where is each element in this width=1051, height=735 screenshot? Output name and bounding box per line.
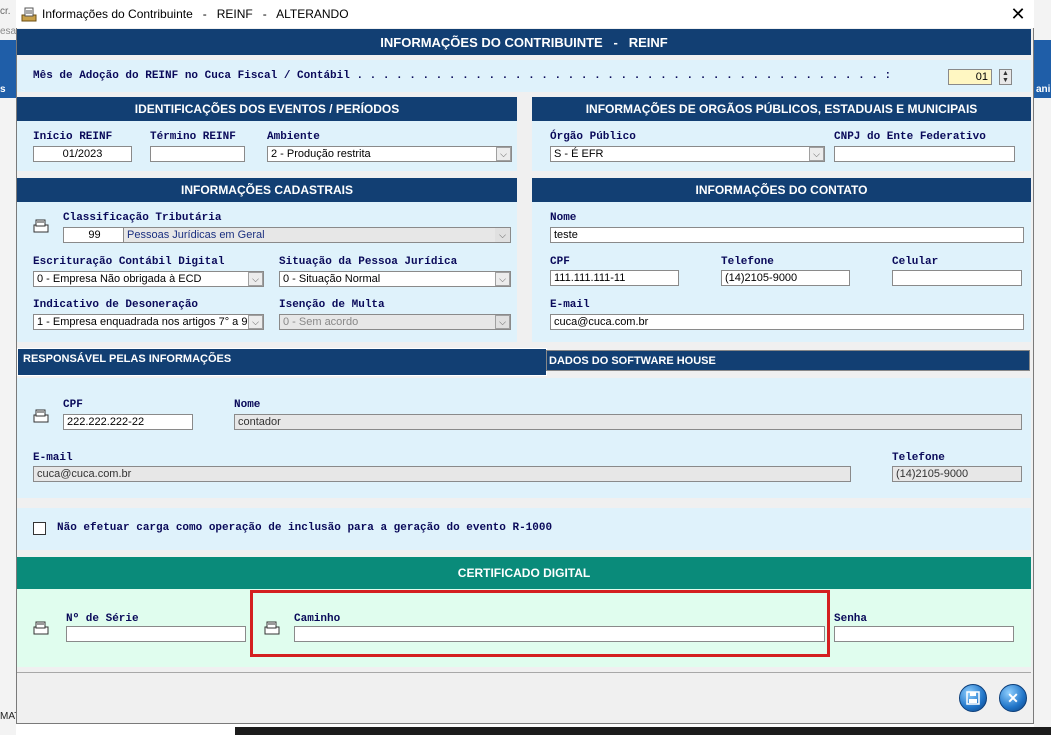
adoption-label: Mês de Adoção do REINF no Cuca Fiscal / … <box>33 70 892 82</box>
contact-name-input[interactable]: teste <box>550 227 1024 243</box>
serial-label: Nº de Série <box>66 613 139 625</box>
save-icon[interactable] <box>959 684 987 712</box>
adoption-month-input[interactable]: 01 <box>948 69 992 85</box>
chevron-down-icon[interactable]: ⌵ <box>495 272 510 286</box>
responsible-phone-label: Telefone <box>892 452 945 464</box>
highlight-box <box>250 590 830 657</box>
end-label: Término REINF <box>150 131 236 143</box>
no-load-label: Não efetuar carga como operação de inclu… <box>57 522 553 534</box>
ecd-select[interactable]: 0 - Empresa Não obrigada à ECD ⌵ <box>33 271 264 287</box>
lookup-icon[interactable] <box>33 621 49 635</box>
lookup-icon[interactable] <box>33 409 49 423</box>
public-orgs-header: INFORMAÇÕES DE ORGÃOS PÚBLICOS, ESTADUAI… <box>532 97 1031 121</box>
situation-label: Situação da Pessoa Jurídica <box>279 256 458 268</box>
tab-responsible[interactable]: RESPONSÁVEL PELAS INFORMAÇÕES <box>17 348 547 376</box>
password-input[interactable] <box>834 626 1014 642</box>
background-text: s <box>0 84 6 95</box>
responsible-cpf-label: CPF <box>63 399 83 411</box>
public-org-value: S - É EFR <box>554 148 604 160</box>
environment-label: Ambiente <box>267 131 320 143</box>
contact-phone-input[interactable]: (14)2105-9000 <box>721 270 850 286</box>
fine-value: 0 - Sem acordo <box>283 316 359 328</box>
fine-select[interactable]: 0 - Sem acordo ⌵ <box>279 314 511 330</box>
public-org-select[interactable]: S - É EFR ⌵ <box>550 146 825 162</box>
end-input[interactable] <box>150 146 245 162</box>
desoneration-label: Indicativo de Desoneração <box>33 299 199 311</box>
background-text: ani <box>1036 84 1051 95</box>
background-text: cr. <box>0 6 11 17</box>
responsible-phone-input[interactable]: (14)2105-9000 <box>892 466 1022 482</box>
ecd-label: Escrituração Contábil Digital <box>33 256 225 268</box>
main-header: INFORMAÇÕES DO CONTRIBUINTE - REINF <box>17 29 1031 55</box>
contact-email-label: E-mail <box>550 299 590 311</box>
desoneration-select[interactable]: 1 - Empresa enquadrada nos artigos 7° a … <box>33 314 264 330</box>
footer-divider <box>17 672 1031 673</box>
chevron-down-icon[interactable]: ⌵ <box>495 228 510 242</box>
window-title: Informações do Contribuinte - REINF - AL… <box>42 7 349 21</box>
no-load-checkbox[interactable] <box>33 522 46 535</box>
public-org-label: Órgão Público <box>550 131 636 143</box>
chevron-down-icon[interactable]: ⌵ <box>248 315 263 329</box>
cnpj-label: CNPJ do Ente Federativo <box>834 131 986 143</box>
contact-cpf-label: CPF <box>550 256 570 268</box>
fine-label: Isenção de Multa <box>279 299 385 311</box>
tab-software-house[interactable]: DADOS DO SOFTWARE HOUSE <box>546 350 1030 371</box>
certificate-header: CERTIFICADO DIGITAL <box>17 557 1031 589</box>
responsible-email-input[interactable]: cuca@cuca.com.br <box>33 466 851 482</box>
cnpj-input[interactable] <box>834 146 1015 162</box>
contact-cell-label: Celular <box>892 256 939 268</box>
start-input[interactable]: 01/2023 <box>33 146 132 162</box>
responsible-email-label: E-mail <box>33 452 73 464</box>
contact-name-label: Nome <box>550 212 577 224</box>
start-label: Início REINF <box>33 131 113 143</box>
responsible-cpf-input[interactable]: 222.222.222-22 <box>63 414 193 430</box>
close-icon[interactable]: ✕ <box>1006 3 1030 25</box>
chevron-down-icon[interactable]: ⌵ <box>496 147 511 161</box>
password-label: Senha <box>834 613 868 625</box>
chevron-down-icon[interactable]: ⌵ <box>495 315 510 329</box>
contact-cell-input[interactable] <box>892 270 1022 286</box>
lookup-icon[interactable] <box>33 219 49 233</box>
desoneration-value: 1 - Empresa enquadrada nos artigos 7° a … <box>37 316 252 328</box>
tax-class-label: Classificação Tributária <box>63 212 222 224</box>
responsible-name-input[interactable]: contador <box>234 414 1022 430</box>
registration-header: INFORMAÇÕES CADASTRAIS <box>17 178 517 202</box>
contact-cpf-input[interactable]: 111.111.111-11 <box>550 270 679 286</box>
contact-header: INFORMAÇÕES DO CONTATO <box>532 178 1031 202</box>
cancel-icon[interactable]: ✕ <box>999 684 1027 712</box>
background-app-right <box>1034 0 1051 735</box>
ecd-value: 0 - Empresa Não obrigada à ECD <box>37 273 202 285</box>
situation-select[interactable]: 0 - Situação Normal ⌵ <box>279 271 511 287</box>
tax-class-code-input[interactable]: 99 <box>63 227 126 243</box>
tax-class-desc: Pessoas Jurídicas em Geral <box>127 229 265 241</box>
chevron-down-icon[interactable]: ⌵ <box>809 147 824 161</box>
taskbar-strip <box>235 727 1051 735</box>
tax-class-select[interactable]: Pessoas Jurídicas em Geral ⌵ <box>123 227 511 243</box>
serial-input[interactable] <box>66 626 246 642</box>
contact-email-input[interactable]: cuca@cuca.com.br <box>550 314 1024 330</box>
spinner-button[interactable]: ▲ ▼ <box>999 69 1012 85</box>
environment-value: 2 - Produção restrita <box>271 148 371 160</box>
chevron-down-icon[interactable]: ⌵ <box>248 272 263 286</box>
contact-phone-label: Telefone <box>721 256 774 268</box>
events-header: IDENTIFICAÇÕES DOS EVENTOS / PERÍODOS <box>17 97 517 121</box>
environment-select[interactable]: 2 - Produção restrita ⌵ <box>267 146 512 162</box>
app-icon <box>21 6 37 22</box>
background-app-left <box>0 0 16 735</box>
responsible-name-label: Nome <box>234 399 261 411</box>
background-text: esa <box>0 26 17 37</box>
situation-value: 0 - Situação Normal <box>283 273 381 285</box>
